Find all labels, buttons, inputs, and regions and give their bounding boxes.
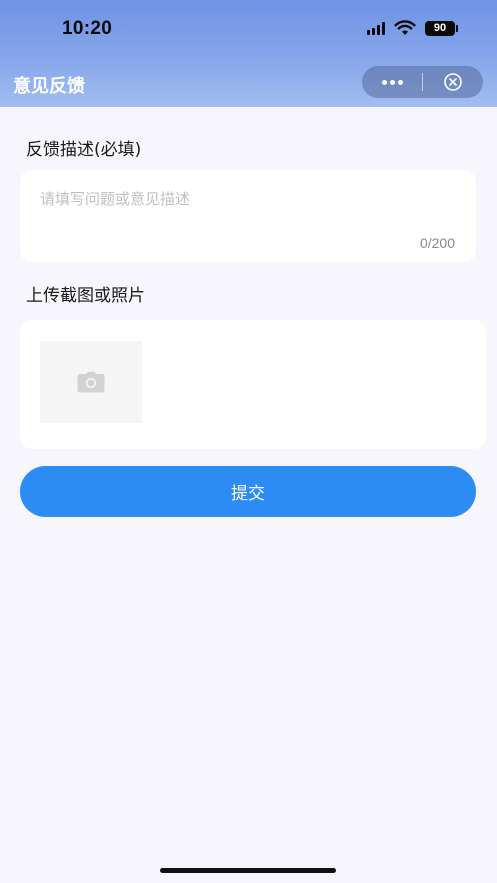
more-button[interactable] — [362, 66, 422, 98]
close-circle-icon — [444, 73, 462, 91]
upload-card — [20, 320, 486, 449]
header: 10:20 90 意见反馈 — [0, 0, 497, 107]
home-indicator — [160, 868, 336, 873]
submit-button[interactable]: 提交 — [20, 466, 476, 517]
camera-icon — [77, 371, 105, 393]
battery-icon: 90 — [425, 20, 458, 36]
feedback-label: 反馈描述(必填) — [26, 140, 142, 160]
status-time: 10:20 — [62, 18, 113, 39]
more-icon-dot — [389, 79, 395, 85]
screen: 10:20 90 意见反馈 反馈描述(必填) 请填写问题或意见描述 0/200 … — [0, 0, 497, 883]
character-counter: 0/200 — [419, 235, 455, 251]
upload-label: 上传截图或照片 — [26, 286, 145, 306]
close-button[interactable] — [423, 66, 483, 98]
signal-icon — [367, 21, 385, 35]
more-icon — [381, 79, 387, 85]
mini-program-capsule — [362, 66, 483, 98]
feedback-input[interactable] — [40, 184, 450, 214]
wifi-icon — [394, 20, 416, 35]
page-title: 意见反馈 — [13, 76, 85, 97]
feedback-card: 0/200 — [20, 170, 476, 262]
status-icons: 90 — [367, 20, 458, 36]
more-icon-dot — [397, 79, 403, 85]
add-photo-button[interactable] — [40, 341, 142, 423]
